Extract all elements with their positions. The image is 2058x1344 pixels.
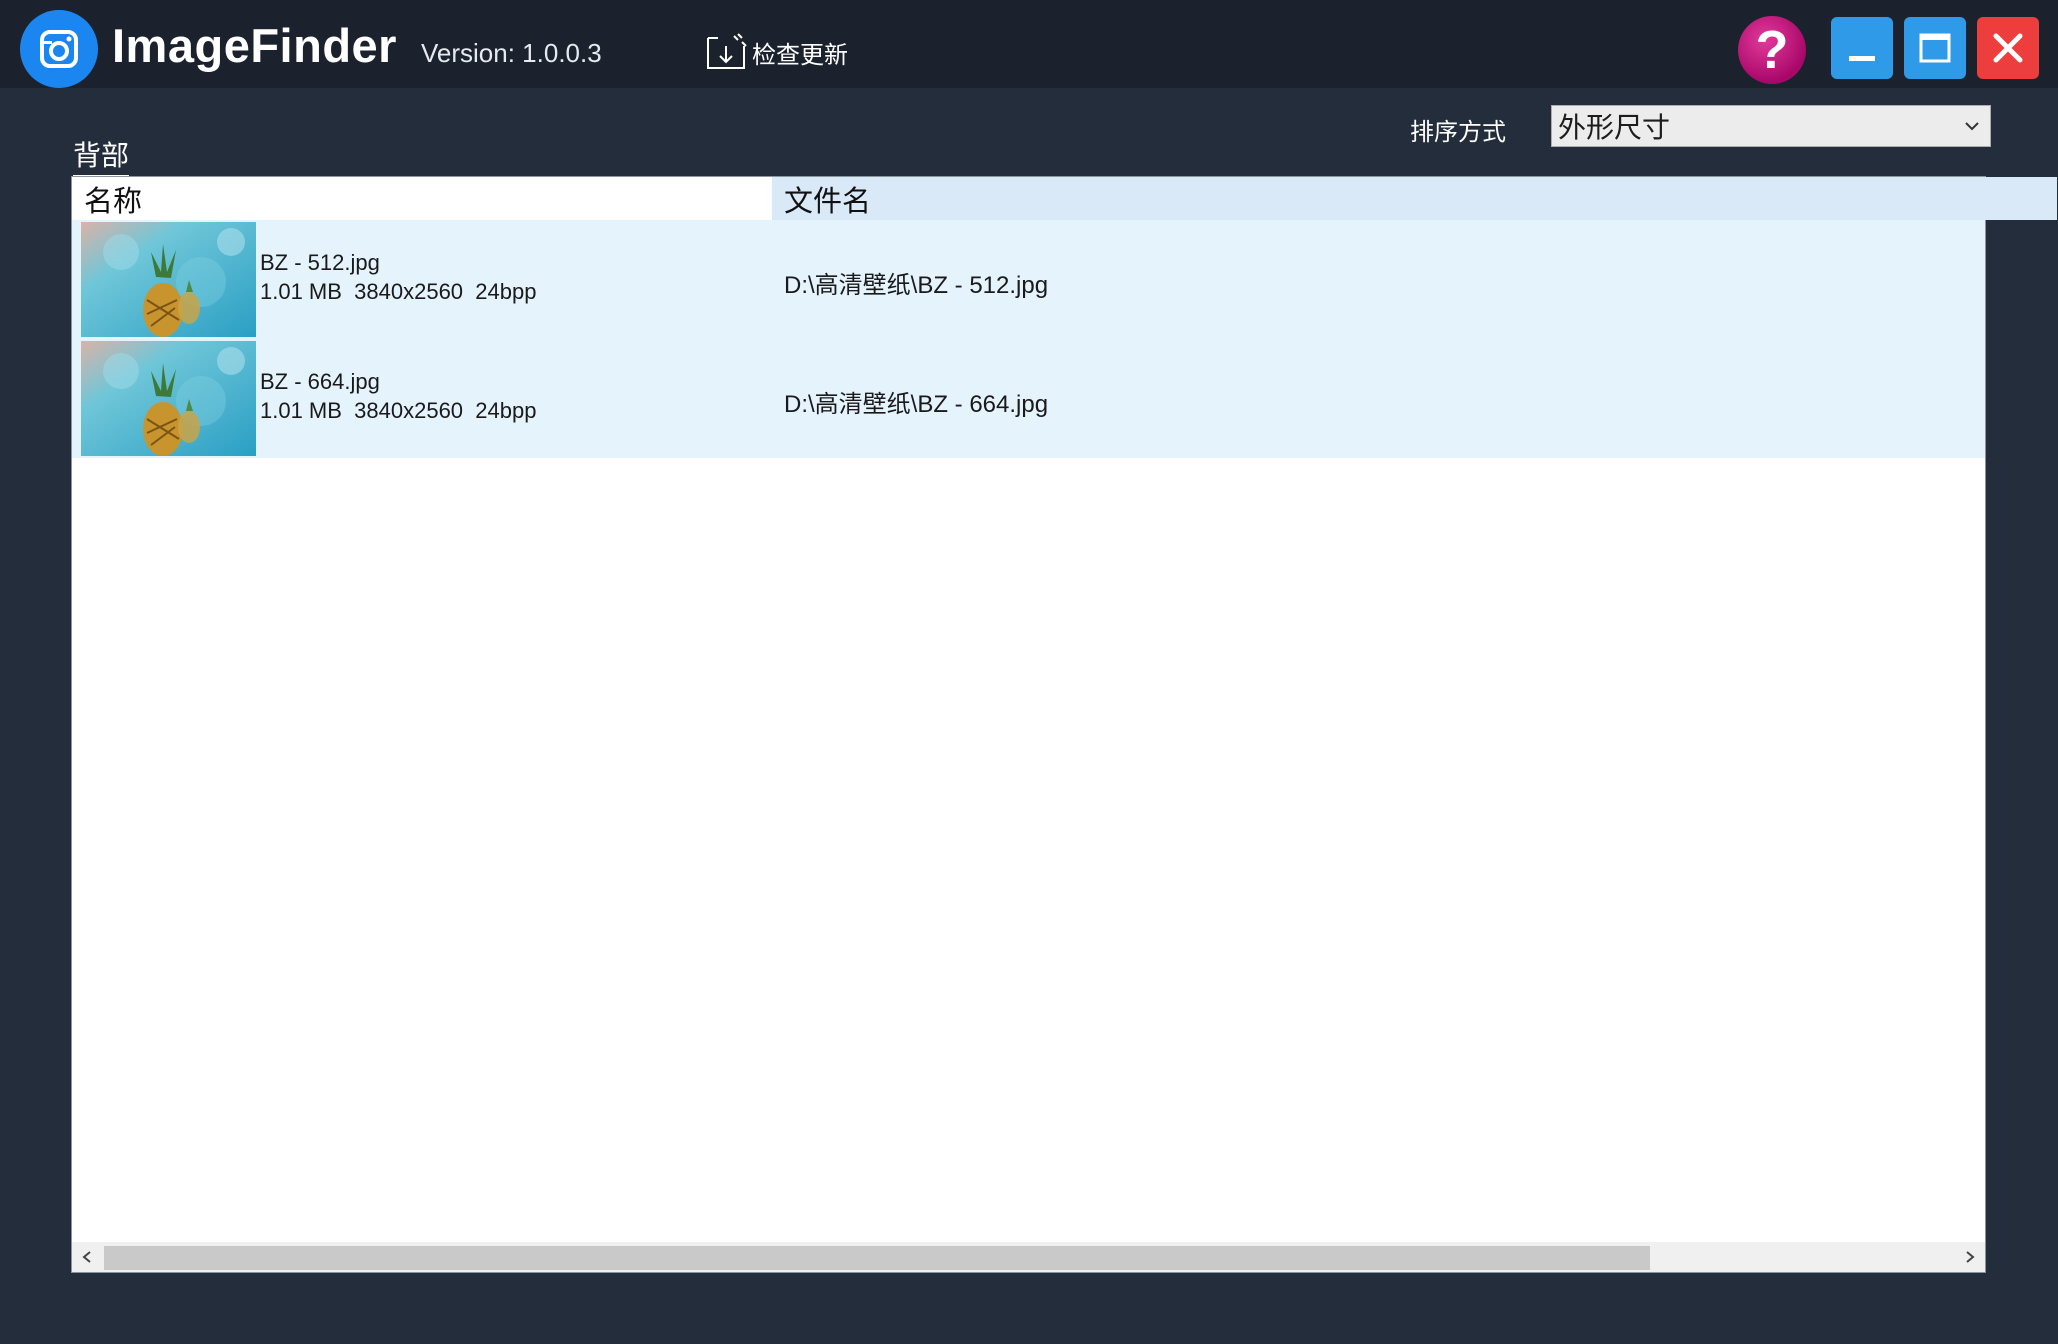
help-icon: ?: [1755, 20, 1789, 80]
download-icon: [707, 33, 747, 69]
chevron-left-icon: [82, 1251, 91, 1263]
minimize-icon: [1849, 56, 1875, 61]
close-icon: [1993, 33, 2023, 63]
image-thumbnail: [81, 222, 256, 337]
check-update-button[interactable]: 检查更新: [704, 32, 848, 72]
list-item[interactable]: BZ - 664.jpg 1.01 MB 3840x2560 24bpp D:\…: [72, 339, 1985, 458]
image-thumbnail: [81, 341, 256, 456]
scrollbar-thumb[interactable]: [104, 1246, 1650, 1270]
title-bar: ImageFinder Version: 1.0.0.3 检查更新 ?: [0, 0, 2058, 88]
list-item[interactable]: BZ - 512.jpg 1.01 MB 3840x2560 24bpp D:\…: [72, 220, 1985, 339]
column-header-name[interactable]: 名称: [72, 177, 772, 220]
check-update-label: 检查更新: [752, 41, 848, 69]
item-path: D:\高清壁纸\BZ - 512.jpg: [784, 272, 1049, 299]
item-filename: BZ - 512.jpg: [260, 250, 380, 275]
app-title: ImageFinder: [112, 19, 397, 72]
camera-icon: [20, 10, 98, 88]
list-header: 名称 文件名: [72, 177, 2057, 220]
item-meta: 1.01 MB 3840x2560 24bpp: [260, 279, 537, 304]
item-filename: BZ - 664.jpg: [260, 369, 380, 394]
chevron-right-icon: [1966, 1251, 1975, 1263]
sort-selected-value: 外形尺寸: [1558, 112, 1671, 143]
app-version: Version: 1.0.0.3: [421, 38, 602, 68]
column-header-filename[interactable]: 文件名: [772, 177, 2057, 220]
group-header: 背部: [73, 134, 130, 177]
minimize-button[interactable]: [1831, 17, 1893, 79]
item-meta: 1.01 MB 3840x2560 24bpp: [260, 398, 537, 423]
sort-dropdown[interactable]: 外形尺寸: [1551, 105, 1991, 147]
scroll-right-button[interactable]: [1955, 1242, 1985, 1272]
item-path: D:\高清壁纸\BZ - 664.jpg: [784, 391, 1049, 418]
sort-label: 排序方式: [1410, 119, 1506, 146]
horizontal-scrollbar[interactable]: [72, 1242, 1985, 1272]
scroll-left-button[interactable]: [72, 1242, 102, 1272]
close-button[interactable]: [1977, 17, 2039, 79]
help-button[interactable]: ?: [1738, 16, 1806, 84]
image-list: 名称 文件名 BZ - 512.jpg 1.01 MB 3840x2560 24…: [71, 176, 2057, 1273]
chevron-down-icon: [1965, 122, 1979, 131]
maximize-icon: [1919, 33, 1951, 63]
maximize-button[interactable]: [1904, 17, 1966, 79]
